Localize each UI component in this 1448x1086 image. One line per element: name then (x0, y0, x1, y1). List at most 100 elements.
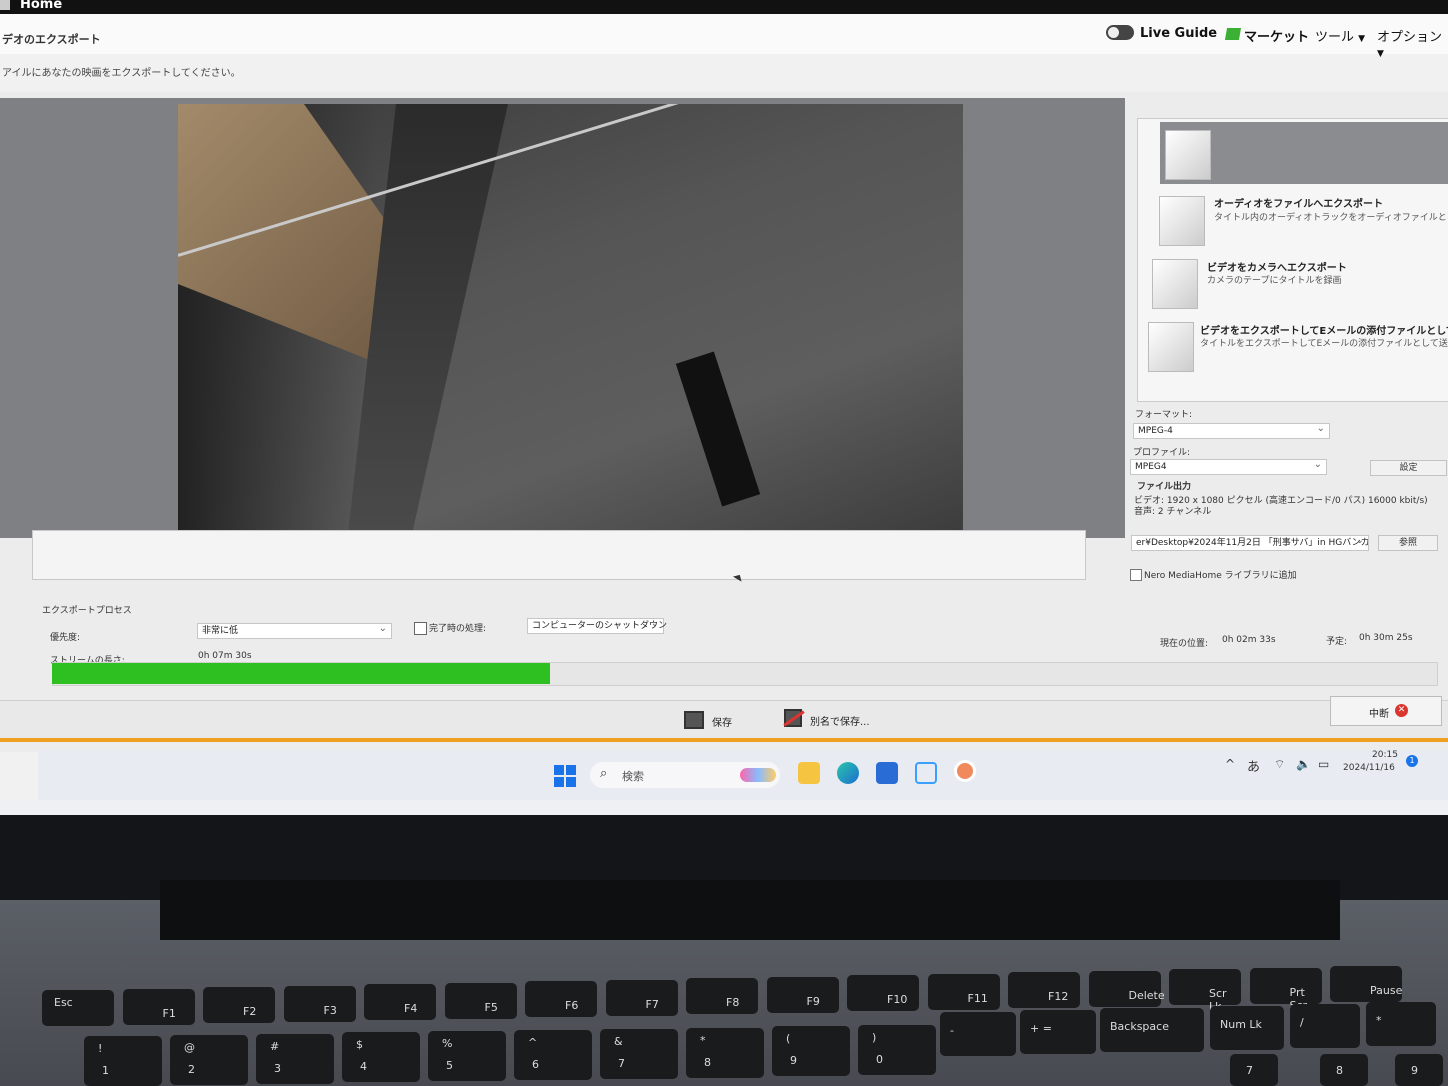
save-button[interactable]: 保存 (650, 703, 768, 737)
key-5[interactable]: % 5 (428, 1031, 506, 1082)
key-f10[interactable]: F10 (847, 975, 919, 1011)
export-option-email[interactable]: ビデオをエクスポートしてEメールの添付ファイルとして送付 タイトルをエクスポート… (1148, 318, 1448, 374)
key-num-lk[interactable]: Num Lk (1210, 1006, 1284, 1050)
windows-start-icon[interactable] (554, 765, 576, 787)
file-explorer-icon[interactable] (798, 762, 820, 784)
nero-checkbox-label: Nero MediaHome ライブラリに追加 (1144, 571, 1297, 581)
key-label: 2 (188, 1062, 195, 1076)
key-esc[interactable]: Esc (42, 990, 114, 1026)
key-f1[interactable]: F1 (122, 988, 195, 1025)
key-label: Backspace (1110, 1020, 1169, 1033)
key-f12[interactable]: F12 (1008, 972, 1080, 1008)
key-2[interactable]: @2 (170, 1034, 248, 1085)
key-label: 4 (360, 1060, 367, 1074)
profile-select[interactable]: MPEG4 (1130, 458, 1327, 475)
caret-down-icon: ▼ (1358, 34, 1366, 44)
key--[interactable]: - (940, 1012, 1016, 1056)
key-8[interactable]: * 8 (686, 1027, 764, 1078)
battery-icon[interactable]: ▭ (1318, 757, 1329, 771)
live-guide-link[interactable]: Live Guide (1140, 26, 1217, 41)
save-as-button[interactable]: 別名で保存... (770, 703, 885, 737)
options-menu[interactable]: オプション ▼ (1377, 26, 1448, 60)
export-option-camera[interactable]: ビデオをカメラへエクスポート カメラのテープにタイトルを録画 (1152, 255, 1448, 311)
page-subtitle: アイルにあなたの映画をエクスポートしてください。 (2, 68, 241, 79)
key-f6[interactable]: F6 (525, 981, 597, 1017)
key-3[interactable]: #3 (256, 1033, 334, 1084)
export-option-desc: タイトルをエクスポートしてEメールの添付ファイルとして送付 (1200, 339, 1448, 349)
export-progress-fill (52, 663, 550, 684)
format-label: フォーマット: (1135, 410, 1193, 420)
key-scr-lk[interactable]: Scr Lk (1169, 969, 1241, 1013)
key-label: Num Lk (1220, 1018, 1262, 1031)
current-position-value: 0h 02m 33s (1222, 635, 1276, 645)
tools-menu-label: ツール (1315, 30, 1355, 45)
key-f3[interactable]: F3 (283, 985, 356, 1022)
export-option-audio[interactable]: オーディオをファイルへエクスポート タイトル内のオーディオトラックをオーディオフ… (1157, 190, 1448, 250)
key-backspace[interactable]: Backspace (1100, 1008, 1204, 1052)
key-numpad-8[interactable]: 8 (1320, 1054, 1368, 1086)
key-label: F3 (323, 1003, 337, 1017)
browse-button[interactable]: 参照 (1378, 535, 1438, 551)
notification-icon[interactable]: 1 (1406, 755, 1418, 767)
key-pause[interactable]: Pause (1330, 966, 1402, 1002)
key-numpad-7[interactable]: 7 (1230, 1054, 1278, 1086)
volume-icon[interactable]: 🔈 (1296, 757, 1311, 771)
ime-indicator[interactable]: あ (1247, 756, 1260, 775)
key-f5[interactable]: F5 (444, 982, 517, 1019)
export-option-selected[interactable] (1160, 122, 1448, 184)
key-9[interactable]: (9 (772, 1026, 850, 1077)
priority-select[interactable]: 非常に低 (197, 622, 392, 639)
laptop-hinge (160, 880, 1340, 940)
video-preview (178, 104, 963, 534)
key-*[interactable]: * (1366, 1002, 1436, 1046)
nero-app-icon[interactable] (954, 760, 976, 782)
key-label: 3 (274, 1061, 281, 1075)
key-f7[interactable]: F7 (605, 979, 678, 1016)
file-output-label: ファイル出力 (1137, 482, 1192, 492)
key-f4[interactable]: F4 (364, 984, 436, 1020)
key-1[interactable]: ! 1 (84, 1036, 162, 1086)
output-path-value: er¥Desktop¥2024年11月2日 「刑事サバ」in HGバンカー (1136, 538, 1369, 548)
format-select[interactable]: MPEG-4 (1133, 422, 1330, 439)
live-guide-toggle[interactable] (1106, 25, 1134, 40)
profile-value: MPEG4 (1135, 462, 1167, 472)
search-icon: ⌕ (600, 766, 608, 781)
export-option-desc: タイトル内のオーディオトラックをオーディオファイルとしてエクス (1214, 213, 1448, 223)
key-+-=[interactable]: + = (1020, 1010, 1096, 1054)
taskbar-search[interactable]: ⌕ 検索 (590, 762, 780, 788)
market-link[interactable]: マーケット (1244, 26, 1309, 45)
key-f9[interactable]: F9 (766, 976, 839, 1013)
nero-checkbox[interactable] (1130, 569, 1142, 581)
tools-menu[interactable]: ツール ▼ (1315, 26, 1365, 45)
key-7[interactable]: & 7 (600, 1028, 678, 1079)
key-label: + = (1030, 1022, 1052, 1035)
key-4[interactable]: $4 (342, 1032, 420, 1083)
clock-time[interactable]: 20:15 (1372, 750, 1398, 760)
stop-button[interactable]: 中断 ✕ (1330, 696, 1442, 726)
on-complete-select[interactable]: コンピューターのシャットダウン (527, 617, 667, 634)
key-numpad-9[interactable]: 9 (1395, 1054, 1443, 1086)
key-6[interactable]: ^ 6 (514, 1030, 592, 1080)
snipping-tool-icon[interactable] (915, 762, 937, 784)
key-f8[interactable]: F8 (686, 978, 758, 1014)
edge-browser-icon[interactable] (837, 762, 859, 784)
output-path-input[interactable]: er¥Desktop¥2024年11月2日 「刑事サバ」in HGバンカー (1131, 535, 1369, 551)
store-icon[interactable] (876, 762, 898, 784)
wifi-icon[interactable]: ⌔ (1274, 757, 1285, 772)
camera-icon (1152, 259, 1198, 309)
clock-date[interactable]: 2024/11/16 (1343, 763, 1395, 773)
export-option-title: ビデオをカメラへエクスポート (1207, 263, 1347, 274)
key-/[interactable]: / (1290, 1004, 1360, 1048)
settings-button[interactable]: 設定 (1370, 460, 1447, 476)
on-complete-checkbox[interactable] (414, 622, 427, 635)
key-prt-scr[interactable]: Prt Scr (1249, 967, 1322, 1012)
caret-down-icon: ▼ (1377, 49, 1384, 59)
floppy-disk-icon (684, 711, 704, 729)
key-delete[interactable]: Delete (1088, 970, 1165, 1007)
key-label: Esc (54, 996, 73, 1009)
save-as-button-label: 別名で保存... (810, 717, 870, 728)
key-0[interactable]: ) 0 (858, 1025, 936, 1076)
chevron-up-icon[interactable]: ^ (1225, 757, 1235, 771)
key-f2[interactable]: F2 (203, 987, 275, 1023)
key-f11[interactable]: F11 (927, 973, 1000, 1010)
